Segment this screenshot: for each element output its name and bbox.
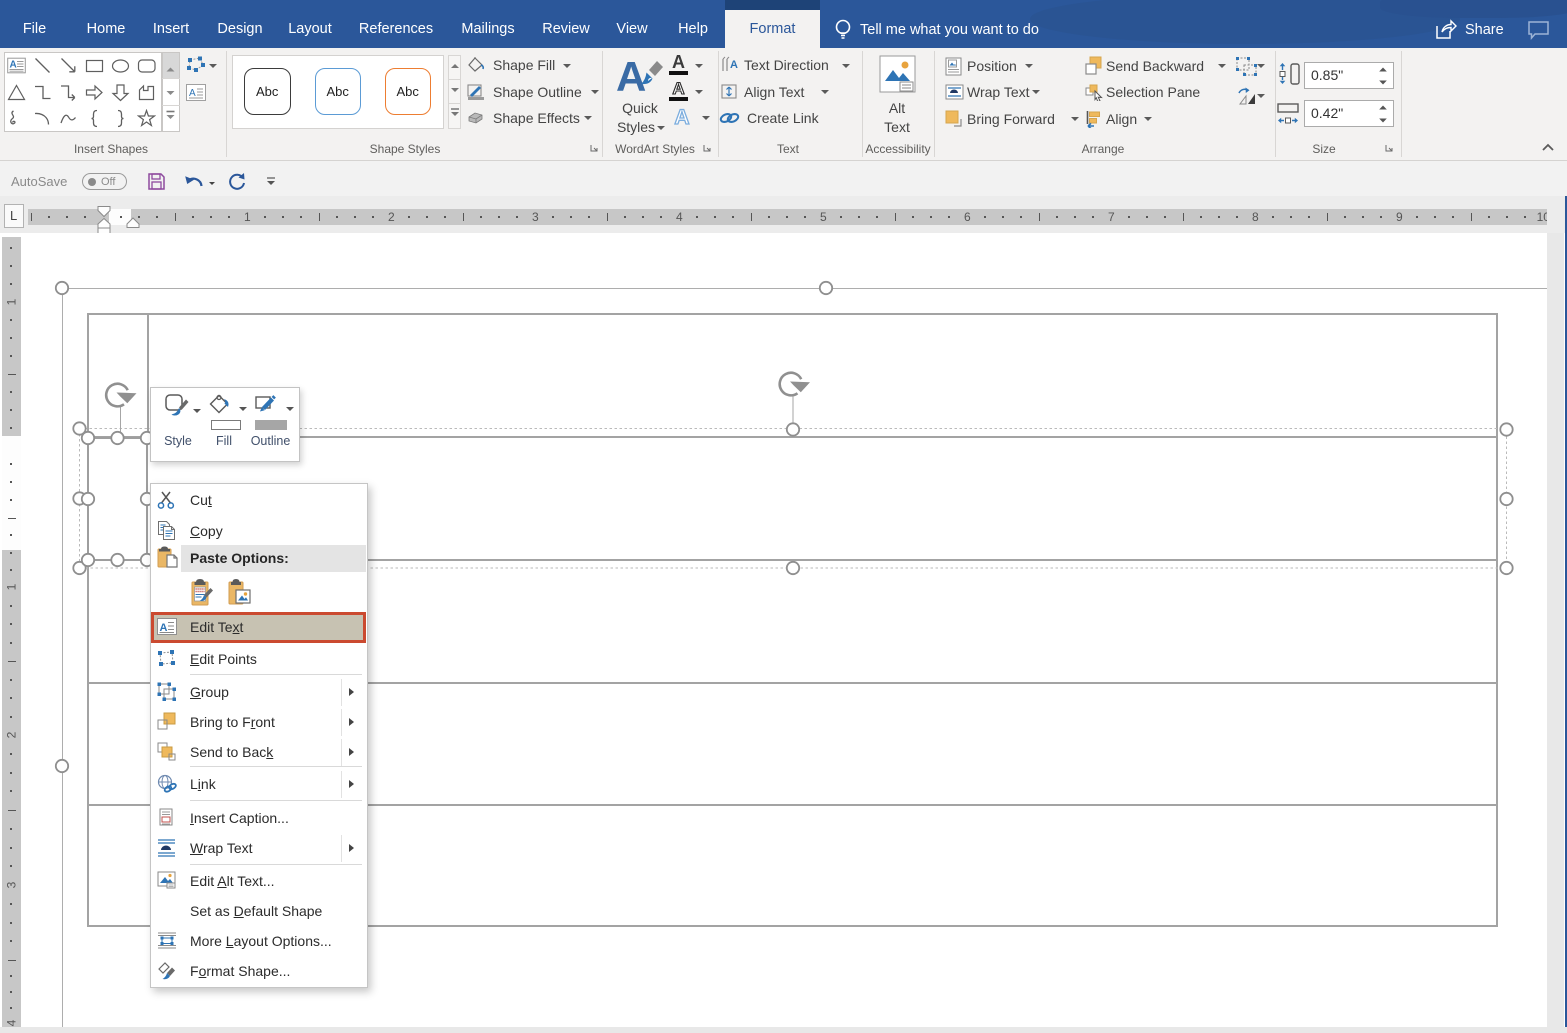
svg-text:A: A (730, 59, 738, 71)
svg-text:A: A (10, 60, 17, 71)
svg-text:A: A (616, 54, 646, 100)
